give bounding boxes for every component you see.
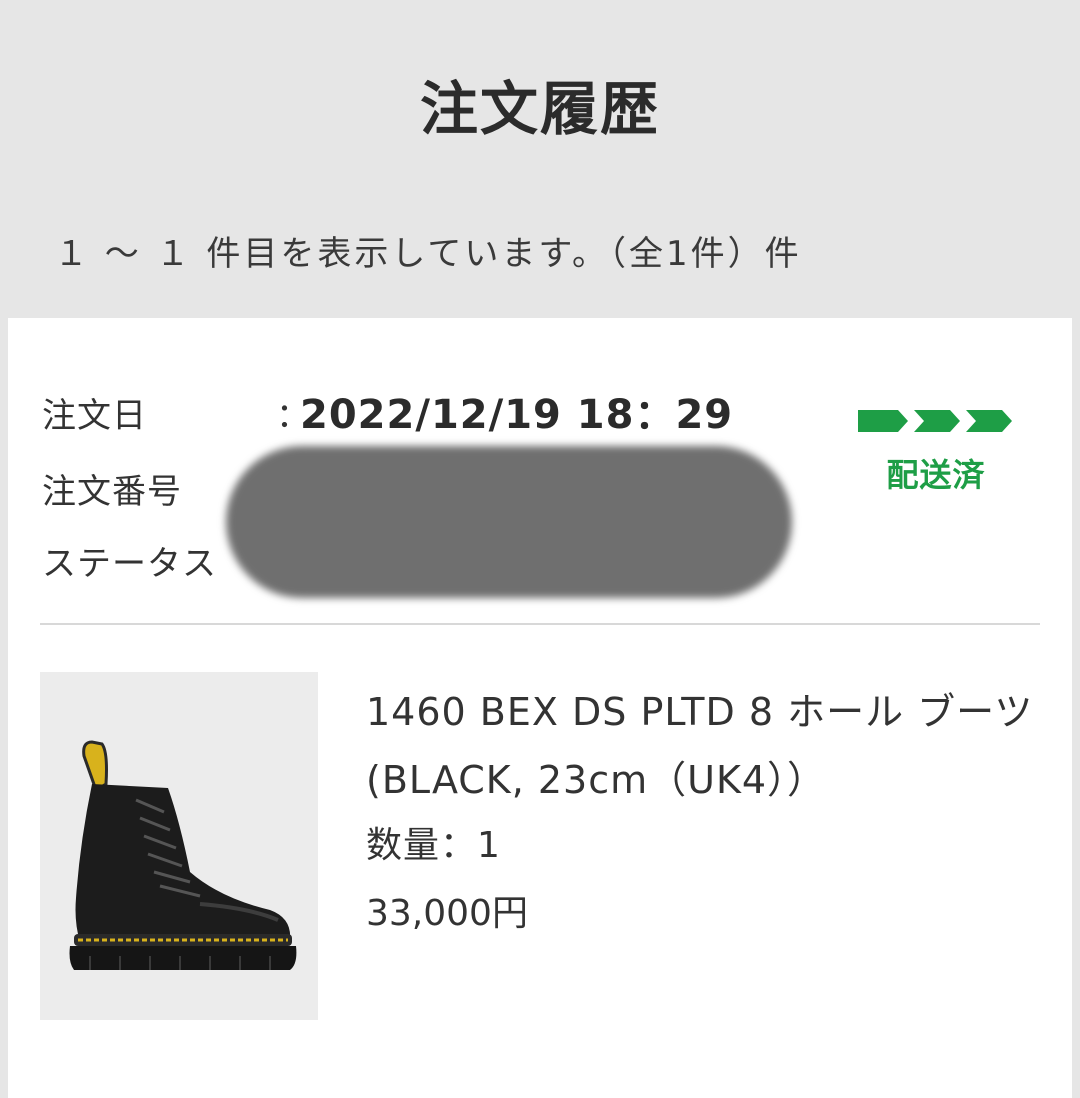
status-label: ステータス — [42, 544, 217, 584]
order-date-value: 2022/12/19 18：29 — [300, 392, 734, 438]
status-indicator: 配送済 — [848, 408, 1024, 496]
progress-arrow-step — [858, 410, 908, 432]
product-name-link[interactable]: 1460 BEX DS PLTD 8 ホール ブーツ(BLACK, 23cm（U… — [366, 678, 1046, 814]
product-quantity: 数量：1 — [366, 825, 501, 866]
divider — [40, 623, 1040, 625]
product-image[interactable] — [40, 672, 318, 1020]
product-price: 33,000円 — [366, 893, 528, 934]
order-date-label: 注文日 — [42, 396, 147, 436]
result-count-text: １ ～ １ 件目を表示しています。（全1件）件 — [54, 234, 802, 274]
page-title: 注文履歴 — [419, 75, 660, 143]
redacted-order-number — [226, 446, 792, 598]
progress-arrow-step — [966, 410, 1012, 432]
status-text: 配送済 — [886, 456, 986, 494]
boot-icon — [69, 740, 297, 970]
progress-arrow-step — [914, 410, 960, 432]
order-number-label: 注文番号 — [42, 472, 182, 512]
order-card[interactable]: 注文日 ： 2022/12/19 18：29 注文番号 ステータス 配送済 14… — [8, 318, 1072, 1098]
progress-arrows-icon — [848, 408, 1024, 434]
